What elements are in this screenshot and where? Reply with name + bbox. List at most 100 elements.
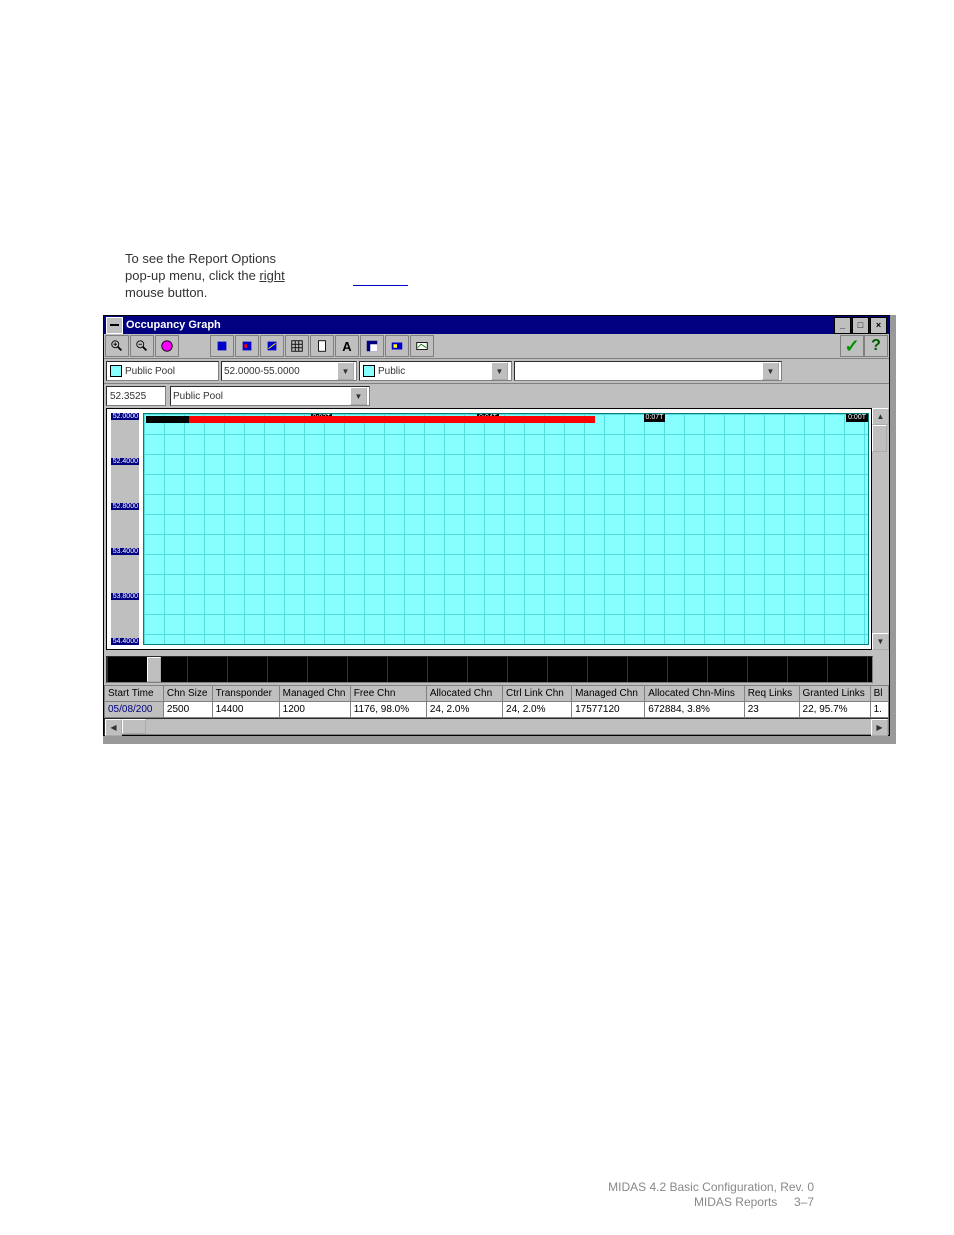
ylabel: 53.4000 — [111, 548, 139, 555]
table-row[interactable]: 05/08/200 2500 14400 1200 1176, 98.0% 24… — [105, 702, 889, 718]
vertical-scrollbar[interactable]: ▲ ▼ — [872, 408, 887, 650]
view-icon-2[interactable] — [410, 335, 434, 357]
th[interactable]: Transponder — [212, 686, 279, 702]
group-label: Public — [378, 366, 405, 377]
th[interactable]: Start Time — [105, 686, 164, 702]
td: 2500 — [163, 702, 212, 718]
xtick: 0:07T — [644, 414, 666, 422]
close-button[interactable]: × — [870, 317, 887, 334]
td: 24, 2.0% — [503, 702, 572, 718]
pool-label: Public Pool — [125, 366, 175, 377]
group-swatch-icon — [363, 365, 375, 377]
dropdown-icon[interactable]: ▼ — [762, 362, 779, 380]
ylabel: 54.4000 — [111, 638, 139, 645]
instruction-line1: To see the Report Options — [125, 251, 276, 266]
pool-combo-value: Public Pool — [173, 391, 223, 402]
system-menu-icon[interactable] — [106, 317, 123, 334]
footer-line1: MIDAS 4.2 Basic Configuration, Rev. 0 — [608, 1180, 814, 1195]
maximize-button[interactable]: □ — [852, 317, 869, 334]
instruction-line2a: pop-up menu, click the — [125, 268, 259, 283]
dropdown-icon[interactable]: ▼ — [350, 387, 367, 405]
y-axis: 52.0000 52.4000 52.8000 53.4000 53.8000 … — [111, 413, 139, 645]
pool-swatch-icon — [110, 365, 122, 377]
horizontal-scrollbar[interactable]: ◀ ▶ — [104, 718, 889, 735]
xtick: 0:00T — [846, 414, 868, 422]
table-head: Start Time Chn Size Transponder Managed … — [105, 686, 889, 702]
td: 23 — [744, 702, 799, 718]
font-icon[interactable]: A — [335, 335, 359, 357]
frequency-field[interactable]: 52.3525 — [106, 386, 166, 406]
td: 05/08/200 — [105, 702, 164, 718]
th[interactable]: Req Links — [744, 686, 799, 702]
occupancy-graph-window: Occupancy Graph _ □ × A ✓ ? Public Pool — [103, 315, 890, 736]
chart-icon-2[interactable] — [235, 335, 259, 357]
ylabel: 52.8000 — [111, 503, 139, 510]
help-button[interactable]: ? — [864, 335, 888, 357]
plot-area[interactable]: 0:02T 0:04T 0:07T 0:00T — [143, 413, 869, 645]
data-table: Start Time Chn Size Transponder Managed … — [104, 685, 889, 718]
confirm-button[interactable]: ✓ — [840, 335, 864, 357]
window-title: Occupancy Graph — [126, 319, 834, 331]
overview-thumb[interactable] — [147, 657, 161, 682]
th[interactable]: Allocated Chn — [426, 686, 502, 702]
dropdown-icon[interactable]: ▼ — [337, 362, 354, 380]
occupancy-bar — [146, 416, 595, 423]
toolbar: A ✓ ? — [104, 334, 889, 359]
pool-combo[interactable]: Public Pool ▼ — [170, 386, 370, 406]
chart-icon-3[interactable] — [260, 335, 284, 357]
frequency-value: 52.3525 — [110, 391, 146, 402]
th[interactable]: Ctrl Link Chn — [503, 686, 572, 702]
scroll-thumb[interactable] — [872, 425, 887, 452]
th[interactable]: Chn Size — [163, 686, 212, 702]
th[interactable]: Managed Chn — [572, 686, 645, 702]
view-icon-1[interactable] — [385, 335, 409, 357]
overview-grid — [107, 657, 872, 682]
footer-section: MIDAS Reports — [694, 1195, 777, 1209]
blank-combo-1[interactable]: ▼ — [514, 361, 782, 381]
th[interactable]: Granted Links — [799, 686, 870, 702]
range-combo[interactable]: 52.0000-55.0000 ▼ — [221, 361, 357, 381]
scroll-left-icon[interactable]: ◀ — [105, 719, 122, 736]
td: 22, 95.7% — [799, 702, 870, 718]
range-value: 52.0000-55.0000 — [224, 366, 300, 377]
instruction-line3: mouse button. — [125, 285, 207, 300]
scroll-thumb[interactable] — [122, 719, 146, 734]
scroll-down-icon[interactable]: ▼ — [872, 633, 889, 650]
overview-track[interactable] — [106, 656, 873, 683]
ylabel: 52.4000 — [111, 458, 139, 465]
grid — [144, 414, 868, 644]
color-icon[interactable] — [360, 335, 384, 357]
td: 17577120 — [572, 702, 645, 718]
td: 1. — [870, 702, 888, 718]
scroll-right-icon[interactable]: ▶ — [871, 719, 888, 736]
th[interactable]: Free Chn — [350, 686, 426, 702]
footer-page: 3–7 — [794, 1195, 814, 1209]
occupancy-graph[interactable]: 52.0000 52.4000 52.8000 53.4000 53.8000 … — [106, 408, 872, 650]
instruction-line2-underline: right — [259, 268, 284, 283]
document-icon[interactable] — [310, 335, 334, 357]
pool-field: Public Pool — [106, 361, 219, 381]
grid-icon[interactable] — [285, 335, 309, 357]
th[interactable]: Allocated Chn-Mins — [645, 686, 745, 702]
dropdown-icon[interactable]: ▼ — [491, 362, 508, 380]
instruction-text: To see the Report Options pop-up menu, c… — [125, 250, 285, 301]
occupancy-bar-black — [146, 416, 189, 423]
td: 24, 2.0% — [426, 702, 502, 718]
td: 1200 — [279, 702, 350, 718]
zoom-out-icon[interactable] — [130, 335, 154, 357]
th[interactable]: Bl — [870, 686, 888, 702]
ylabel: 53.8000 — [111, 593, 139, 600]
titlebar[interactable]: Occupancy Graph _ □ × — [104, 316, 889, 334]
minimize-button[interactable]: _ — [834, 317, 851, 334]
page-footer: MIDAS 4.2 Basic Configuration, Rev. 0 MI… — [608, 1180, 814, 1210]
globe-icon[interactable] — [155, 335, 179, 357]
callout-line — [353, 285, 408, 286]
th[interactable]: Managed Chn — [279, 686, 350, 702]
scroll-up-icon[interactable]: ▲ — [872, 408, 889, 425]
chart-icon-1[interactable] — [210, 335, 234, 357]
zoom-in-icon[interactable] — [105, 335, 129, 357]
td: 1176, 98.0% — [350, 702, 426, 718]
selector-row-1: Public Pool 52.0000-55.0000 ▼ Public ▼ ▼ — [104, 359, 889, 384]
ylabel: 52.0000 — [111, 413, 139, 420]
group-field: Public ▼ — [359, 361, 512, 381]
